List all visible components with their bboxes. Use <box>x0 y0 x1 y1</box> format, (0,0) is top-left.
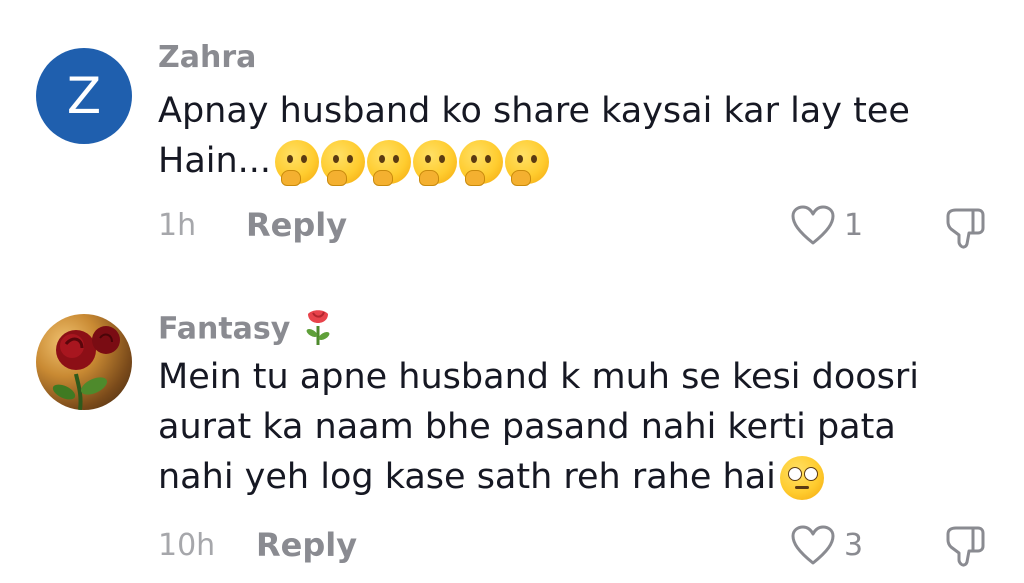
thinking-emoji-row <box>275 140 550 186</box>
username-text: Fantasy <box>158 311 291 347</box>
comment-timestamp: 1h <box>158 208 197 243</box>
comment-username[interactable]: Fantasy <box>158 306 332 354</box>
thumbs-down-outline-icon <box>946 526 985 567</box>
comment-timestamp: 10h <box>158 528 216 563</box>
like-count: 1 <box>844 207 864 243</box>
comment-username[interactable]: Zahra <box>158 40 256 75</box>
thinking-face-emoji <box>367 140 412 186</box>
rose-avatar-image <box>52 326 120 410</box>
like-button[interactable]: 1 <box>790 204 863 246</box>
dislike-button[interactable] <box>940 204 988 256</box>
like-button[interactable]: 3 <box>790 524 863 566</box>
thinking-face-emoji <box>459 140 504 186</box>
thinking-face-emoji <box>321 140 366 186</box>
face-with-rolling-eyes-emoji <box>779 456 824 500</box>
heart-outline-icon <box>791 205 835 245</box>
eye-roll-emoji-row <box>779 456 824 500</box>
heart-outline-icon <box>791 525 835 565</box>
dislike-button[interactable] <box>940 522 988 574</box>
thinking-face-emoji <box>275 140 320 186</box>
thinking-face-emoji <box>413 140 458 186</box>
avatar[interactable] <box>36 314 132 410</box>
reply-button[interactable]: Reply <box>256 526 357 564</box>
avatar[interactable]: Z <box>36 48 132 144</box>
comment-text: Mein tu apne husband k muh se kesi doosr… <box>158 352 968 502</box>
like-count: 3 <box>844 527 864 563</box>
comment-text: Apnay husband ko share kaysai kar lay te… <box>158 86 968 186</box>
rose-icon <box>304 306 332 354</box>
thumbs-down-outline-icon <box>946 208 985 249</box>
thinking-face-emoji <box>505 140 550 186</box>
reply-button[interactable]: Reply <box>246 206 347 244</box>
avatar-letter: Z <box>66 67 102 125</box>
